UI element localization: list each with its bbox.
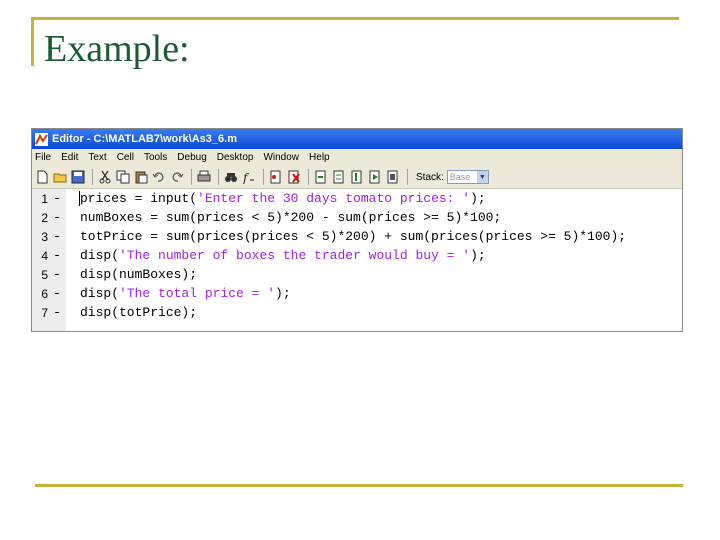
menu-cell[interactable]: Cell bbox=[117, 152, 134, 163]
editor-window: Editor - C:\MATLAB7\work\As3_6.m File Ed… bbox=[31, 128, 683, 332]
code-segment: ); bbox=[470, 191, 486, 206]
window-title: Editor - C:\MATLAB7\work\As3_6.m bbox=[52, 133, 237, 145]
breakpoint-marker[interactable]: - bbox=[48, 286, 66, 301]
string-literal: 'Enter the 30 days tomato prices: ' bbox=[197, 191, 471, 206]
menu-file[interactable]: File bbox=[35, 152, 51, 163]
undo-icon[interactable] bbox=[151, 169, 167, 185]
matlab-icon bbox=[35, 132, 48, 146]
code-segment: disp(numBoxes); bbox=[80, 267, 198, 282]
code-segment: disp( bbox=[80, 286, 120, 301]
step-in-icon[interactable] bbox=[331, 169, 347, 185]
code-text: disp('The total price = '); bbox=[66, 286, 291, 301]
toolbar-separator bbox=[407, 169, 408, 185]
menu-desktop[interactable]: Desktop bbox=[217, 152, 254, 163]
toolbar-separator bbox=[218, 169, 219, 185]
menu-bar: File Edit Text Cell Tools Debug Desktop … bbox=[32, 149, 682, 166]
stack-dropdown[interactable]: Base ▼ bbox=[446, 170, 489, 184]
code-lines: 1- prices = input('Enter the 30 days toma… bbox=[32, 189, 626, 322]
code-text: totPrice = sum(prices(prices < 5)*200) +… bbox=[66, 229, 626, 244]
menu-debug[interactable]: Debug bbox=[177, 152, 206, 163]
svg-text:f: f bbox=[242, 171, 250, 184]
line-number: 7 bbox=[41, 305, 48, 320]
code-text: disp(totPrice); bbox=[66, 305, 197, 320]
step-icon[interactable] bbox=[313, 169, 329, 185]
code-text: prices = input('Enter the 30 days tomato… bbox=[66, 191, 486, 206]
string-literal: 'The total price = ' bbox=[119, 286, 276, 301]
code-segment: prices = input( bbox=[80, 191, 198, 206]
copy-icon[interactable] bbox=[115, 169, 131, 185]
code-segment: ); bbox=[275, 286, 291, 301]
find-icon[interactable] bbox=[223, 169, 239, 185]
breakpoint-marker[interactable]: - bbox=[48, 210, 66, 225]
slide-top-rule bbox=[31, 17, 679, 20]
code-segment: ); bbox=[470, 248, 486, 263]
code-text: disp(numBoxes); bbox=[66, 267, 197, 282]
slide-left-rule bbox=[31, 17, 34, 66]
save-icon[interactable] bbox=[70, 169, 86, 185]
toolbar-separator bbox=[92, 169, 93, 185]
set-breakpoint-icon[interactable] bbox=[268, 169, 284, 185]
breakpoint-marker[interactable]: - bbox=[48, 248, 66, 263]
step-out-icon[interactable] bbox=[349, 169, 365, 185]
code-line[interactable]: 4- disp('The number of boxes the trader w… bbox=[32, 246, 626, 265]
code-segment: totPrice = sum(prices(prices < 5)*200) +… bbox=[80, 229, 627, 244]
continue-icon[interactable] bbox=[367, 169, 383, 185]
code-line[interactable]: 5- disp(numBoxes); bbox=[32, 265, 626, 284]
code-line[interactable]: 2- numBoxes = sum(prices < 5)*200 - sum(p… bbox=[32, 208, 626, 227]
slide-bottom-rule bbox=[35, 484, 683, 487]
line-number: 4 bbox=[41, 248, 48, 263]
line-number: 1 bbox=[41, 191, 48, 206]
exit-debug-icon[interactable] bbox=[385, 169, 401, 185]
menu-edit[interactable]: Edit bbox=[61, 152, 78, 163]
new-file-icon[interactable] bbox=[34, 169, 50, 185]
toolbar-separator bbox=[308, 169, 309, 185]
stack-label: Stack: bbox=[416, 171, 444, 183]
clear-breakpoints-icon[interactable] bbox=[286, 169, 302, 185]
cut-icon[interactable] bbox=[97, 169, 113, 185]
function-icon[interactable]: f bbox=[241, 169, 257, 185]
breakpoint-marker[interactable]: - bbox=[48, 229, 66, 244]
code-text: numBoxes = sum(prices < 5)*200 - sum(pri… bbox=[66, 210, 501, 225]
menu-help[interactable]: Help bbox=[309, 152, 330, 163]
print-icon[interactable] bbox=[196, 169, 212, 185]
menu-window[interactable]: Window bbox=[263, 152, 299, 163]
open-folder-icon[interactable] bbox=[52, 169, 68, 185]
string-literal: 'The number of boxes the trader would bu… bbox=[119, 248, 471, 263]
toolbar: f Stack: Base ▼ bbox=[32, 166, 682, 189]
line-number: 2 bbox=[41, 210, 48, 225]
breakpoint-marker[interactable]: - bbox=[48, 191, 66, 206]
slide-title: Example: bbox=[44, 28, 190, 70]
menu-tools[interactable]: Tools bbox=[144, 152, 167, 163]
code-segment: numBoxes = sum(prices < 5)*200 - sum(pri… bbox=[80, 210, 502, 225]
window-titlebar[interactable]: Editor - C:\MATLAB7\work\As3_6.m bbox=[32, 129, 682, 149]
text-cursor bbox=[79, 191, 80, 206]
chevron-down-icon[interactable]: ▼ bbox=[476, 171, 488, 183]
stack-value: Base bbox=[449, 172, 471, 182]
menu-text[interactable]: Text bbox=[88, 152, 106, 163]
breakpoint-marker[interactable]: - bbox=[48, 305, 66, 320]
code-line[interactable]: 6- disp('The total price = '); bbox=[32, 284, 626, 303]
line-number: 5 bbox=[41, 267, 48, 282]
code-line[interactable]: 3- totPrice = sum(prices(prices < 5)*200)… bbox=[32, 227, 626, 246]
code-line[interactable]: 1- prices = input('Enter the 30 days toma… bbox=[32, 189, 626, 208]
toolbar-separator bbox=[263, 169, 264, 185]
breakpoint-marker[interactable]: - bbox=[48, 267, 66, 282]
code-text: disp('The number of boxes the trader wou… bbox=[66, 248, 486, 263]
code-editor[interactable]: 1- prices = input('Enter the 30 days toma… bbox=[32, 189, 682, 331]
toolbar-separator bbox=[191, 169, 192, 185]
paste-icon[interactable] bbox=[133, 169, 149, 185]
code-line[interactable]: 7- disp(totPrice); bbox=[32, 303, 626, 322]
redo-icon[interactable] bbox=[169, 169, 185, 185]
line-number: 3 bbox=[41, 229, 48, 244]
line-number: 6 bbox=[41, 286, 48, 301]
code-segment: disp( bbox=[80, 248, 120, 263]
code-segment: disp(totPrice); bbox=[80, 305, 198, 320]
